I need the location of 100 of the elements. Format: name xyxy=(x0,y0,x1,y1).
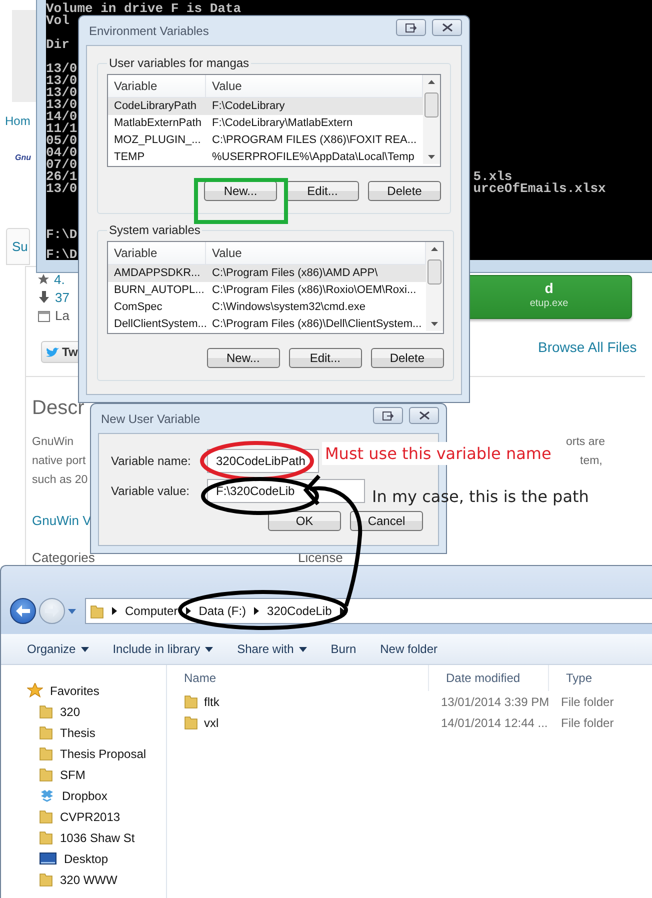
chevron-icon xyxy=(254,607,260,615)
dialog-button[interactable]: Edit... xyxy=(286,181,359,201)
console-line: Dir xyxy=(46,39,70,51)
column-header[interactable]: Type xyxy=(549,665,652,691)
folder-icon xyxy=(39,830,53,845)
description-text: orts are tem, xyxy=(566,435,605,469)
file-row[interactable]: vxl 14/01/2014 12:44 ... File folder xyxy=(167,712,652,733)
site-logo: Gnu xyxy=(15,153,31,162)
toolbar-button[interactable]: New folder xyxy=(380,642,438,656)
variable-name: ComSpec xyxy=(113,300,164,315)
nav-item[interactable]: Thesis Proposal xyxy=(27,743,166,764)
page-tab[interactable]: Su xyxy=(6,228,30,265)
folder-icon xyxy=(39,746,53,761)
nav-item[interactable]: 320 xyxy=(27,701,166,722)
address-bar[interactable]: Computer Data (F:) 320CodeLib xyxy=(85,598,652,624)
dialog-button[interactable]: OK xyxy=(268,511,341,531)
dialog-button[interactable]: New... xyxy=(204,181,277,201)
folder-icon xyxy=(184,715,198,730)
scrollbar[interactable] xyxy=(426,242,443,331)
caret-icon xyxy=(298,646,307,652)
console-line: 14/0 xyxy=(46,111,78,123)
bird-icon xyxy=(46,346,60,358)
column-header[interactable]: Date modified xyxy=(429,665,549,691)
console-line: 11/1 xyxy=(46,123,78,135)
chevron-icon xyxy=(340,607,345,615)
window-button[interactable] xyxy=(396,19,426,36)
window-title: Environment Variables xyxy=(88,24,209,38)
open-box-icon xyxy=(39,788,55,803)
group-label: User variables for mangas xyxy=(108,56,250,70)
nav-item[interactable]: 320 WWW xyxy=(27,869,166,890)
nav-item[interactable]: Dropbox xyxy=(27,785,166,806)
dropdown-icon[interactable] xyxy=(68,608,76,614)
download-icon xyxy=(38,291,50,304)
file-row[interactable]: fltk 13/01/2014 3:39 PM File folder xyxy=(167,691,652,712)
monitor-icon xyxy=(39,852,57,866)
section-heading: Descr xyxy=(32,397,84,420)
variable-name: MOZ_PLUGIN_... xyxy=(113,133,202,148)
variable-row[interactable]: AMDAPPSDKR... C:\Program Files (x86)\AMD APP\ xyxy=(108,265,426,282)
nav-item[interactable]: CVPR2013 xyxy=(27,806,166,827)
variable-value: C:\Program Files (x86)\Roxio\OEM\Roxi... xyxy=(211,283,418,298)
folder-icon xyxy=(39,872,53,887)
section-heading: License xyxy=(298,550,343,565)
window-button[interactable] xyxy=(373,407,403,424)
variable-row[interactable]: CodeLibraryPath F:\CodeLibrary xyxy=(108,98,423,115)
input-field[interactable]: 320CodeLibPath xyxy=(207,449,319,473)
variable-name: CodeLibraryPath xyxy=(113,99,198,114)
breadcrumb[interactable]: Data (F:) xyxy=(198,604,246,618)
nav-item[interactable]: 1036 Shaw St xyxy=(27,827,166,848)
variable-value: C:\Program Files (x86)\Dell\ClientSystem... xyxy=(211,317,423,332)
close-icon xyxy=(418,411,430,420)
field-label: Variable value: xyxy=(111,484,190,498)
variable-value: F:\CodeLibrary xyxy=(211,99,286,114)
breadcrumb[interactable]: 320CodeLib xyxy=(267,604,332,618)
nav-item[interactable]: Favorites xyxy=(27,680,166,701)
console-line: 07/0 xyxy=(46,159,78,171)
console-line: 13/0 xyxy=(46,87,78,99)
nav-item[interactable]: SFM xyxy=(27,764,166,785)
variable-name: MatlabExternPath xyxy=(113,116,202,131)
stat-text: 4. xyxy=(54,272,65,287)
stat-text: La xyxy=(55,308,70,323)
toolbar-button[interactable]: Share with xyxy=(237,642,307,656)
close-button[interactable] xyxy=(409,407,439,424)
variables-list[interactable] xyxy=(107,241,444,334)
variable-value: C:\Windows\system32\cmd.exe xyxy=(211,300,366,315)
console-line: 26/1 xyxy=(46,171,78,183)
console-line: F:\D xyxy=(46,229,78,241)
column-header[interactable]: Variable xyxy=(108,242,206,264)
nav-item[interactable]: Thesis xyxy=(27,722,166,743)
dialog-button[interactable]: Edit... xyxy=(288,348,362,368)
breadcrumb[interactable]: Computer xyxy=(125,604,178,618)
variable-name: TEMP xyxy=(113,150,146,165)
back-button[interactable] xyxy=(10,598,36,624)
console-line: F:\D xyxy=(46,249,78,261)
variable-name: BURN_AUTOPL... xyxy=(113,283,206,298)
dialog-button[interactable]: New... xyxy=(206,348,280,368)
description-text: GnuWin native port such as 20 xyxy=(32,435,88,488)
toolbar-button[interactable]: Organize xyxy=(27,642,89,656)
variable-value: C:\PROGRAM FILES (X86)\FOXIT REA... xyxy=(211,133,418,148)
scrollbar[interactable] xyxy=(423,75,440,164)
column-header[interactable]: Name xyxy=(167,665,429,691)
folder-icon xyxy=(39,704,53,719)
field-label: Variable name: xyxy=(111,454,192,468)
folder-icon xyxy=(184,694,198,709)
window-title: New User Variable xyxy=(100,412,200,426)
variables-list[interactable]: Variable Value CodeLibraryPath F:\CodeLibrary MatlabExternPath F:\CodeLibrary\MatlabExtern MOZ_PLUGIN_... C:\PROGRAM FILES (X86)\FOXIT REA... TEMP %USERPROFILE%\AppData\Local\Temp xyxy=(107,74,441,167)
browse-link[interactable]: Browse All Files xyxy=(538,339,637,355)
column-header[interactable]: Variable xyxy=(108,75,206,97)
close-icon xyxy=(442,23,452,32)
dialog-button[interactable]: Delete xyxy=(368,181,441,201)
variable-value: F:\CodeLibrary\MatlabExtern xyxy=(211,116,354,131)
toolbar-button[interactable]: Burn xyxy=(330,642,356,656)
calendar-icon xyxy=(38,310,50,322)
dialog-button[interactable]: Delete xyxy=(370,348,444,368)
toolbar-button[interactable]: Include in library xyxy=(112,642,214,656)
nav-link[interactable]: Hom xyxy=(5,114,30,128)
dialog-button[interactable]: Cancel xyxy=(350,511,423,531)
close-button[interactable] xyxy=(432,19,462,36)
nav-item[interactable]: Desktop xyxy=(27,848,166,869)
section-heading: Categories xyxy=(32,550,95,565)
console-line: Vol xyxy=(46,15,70,27)
